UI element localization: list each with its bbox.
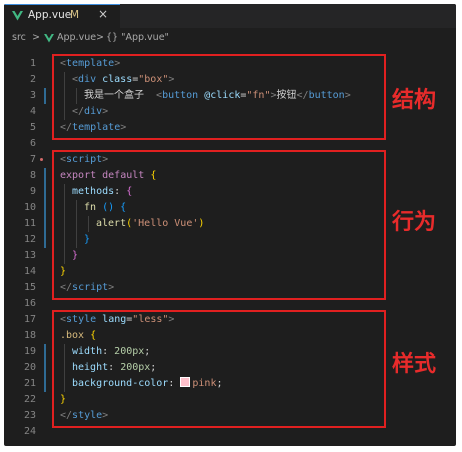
git-modified-marker (44, 168, 46, 248)
tab-filename: App.vue (28, 9, 72, 21)
line-number: 23 (23, 410, 36, 421)
line-number: 4 (29, 106, 36, 117)
style-label: 样式 (392, 352, 437, 377)
behavior-highlight-box (52, 150, 386, 300)
line-number: 12 (23, 234, 36, 245)
breadcrumb-symbol[interactable]: {} "App.vue" (106, 32, 169, 43)
line-number: 7 (29, 154, 36, 165)
line-number: 17 (23, 314, 36, 325)
line-number: 19 (23, 346, 36, 357)
structure-highlight-box (52, 54, 386, 140)
line-number: 3 (29, 90, 36, 101)
breadcrumb-file[interactable]: App.vue (57, 32, 96, 43)
line-number: 8 (29, 170, 36, 181)
line-number: 16 (23, 298, 36, 309)
line-number: 11 (23, 218, 36, 229)
chevron-right-icon: > (96, 32, 104, 43)
structure-label: 结构 (392, 88, 437, 113)
style-highlight-box (52, 310, 386, 428)
line-number: 6 (29, 138, 36, 149)
line-number: 2 (29, 74, 36, 85)
line-number: 15 (23, 282, 36, 293)
line-number: 1 (29, 58, 36, 69)
git-modified-marker (44, 344, 46, 392)
breakpoint-dot-icon (40, 158, 43, 161)
line-number: 9 (29, 186, 36, 197)
line-number: 20 (23, 362, 36, 373)
breadcrumb-folder[interactable]: src (12, 32, 26, 43)
line-number: 14 (23, 266, 36, 277)
line-number: 10 (23, 202, 36, 213)
breadcrumb: src > App.vue > {} "App.vue" (4, 28, 456, 48)
vue-file-icon (12, 11, 23, 21)
git-modified-marker (44, 88, 46, 104)
line-number: 21 (23, 378, 36, 389)
editor-window: App.vue M × src > App.vue > {} "App.vue"… (4, 4, 456, 446)
tab-bar: App.vue M × (4, 4, 456, 28)
line-number: 18 (23, 330, 36, 341)
line-number: 24 (23, 426, 36, 437)
close-tab-icon[interactable]: × (98, 7, 108, 21)
chevron-right-icon: > (32, 32, 40, 43)
vue-file-icon (44, 34, 54, 43)
tab-app-vue[interactable]: App.vue M × (4, 4, 120, 28)
behavior-label: 行为 (392, 210, 437, 235)
line-number: 13 (23, 250, 36, 261)
line-number: 22 (23, 394, 36, 405)
line-number: 5 (29, 122, 36, 133)
modified-indicator: M (70, 9, 80, 21)
